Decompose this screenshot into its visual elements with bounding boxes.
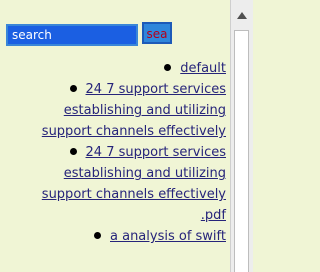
list-item: 24 7 support services <box>0 142 226 163</box>
link-default[interactable]: default <box>180 61 226 76</box>
link-support-services-line-3[interactable]: support channels effectively <box>42 124 226 139</box>
link-support-services-pdf-line-1[interactable]: 24 7 support services <box>86 145 226 160</box>
bullet-icon <box>69 148 77 155</box>
bullet-icon <box>94 232 101 239</box>
link-support-services-pdf-line-4[interactable]: .pdf <box>201 208 226 223</box>
link-support-services-line-2[interactable]: establishing and utilizing <box>64 103 226 118</box>
scroll-up-button[interactable] <box>231 8 253 26</box>
triangle-up-icon <box>237 12 247 19</box>
list-item-continued: establishing and utilizing <box>0 163 226 184</box>
page: sea default 24 7 support services establ… <box>0 0 253 272</box>
vertical-scrollbar[interactable] <box>230 0 253 272</box>
list-item-continued: .pdf <box>0 205 226 226</box>
list-item-continued: support channels effectively <box>0 121 226 142</box>
bullet-icon <box>69 85 77 92</box>
list-item-continued: establishing and utilizing <box>0 100 226 121</box>
main-content: sea default 24 7 support services establ… <box>0 0 230 272</box>
scrollbar-thumb[interactable] <box>234 30 249 272</box>
link-list: default 24 7 support services establishi… <box>0 58 226 247</box>
link-support-services-line-1[interactable]: 24 7 support services <box>86 82 226 97</box>
list-item: a analysis of swift <box>0 226 226 247</box>
list-item: 24 7 support services <box>0 79 226 100</box>
list-item: default <box>0 58 226 79</box>
list-item-continued: support channels effectively <box>0 184 226 205</box>
search-form: sea <box>6 22 230 48</box>
bullet-icon <box>164 64 172 71</box>
search-button[interactable]: sea <box>142 22 172 44</box>
link-support-services-pdf-line-2[interactable]: establishing and utilizing <box>64 166 226 181</box>
link-support-services-pdf-line-3[interactable]: support channels effectively <box>42 187 226 202</box>
search-input[interactable] <box>6 24 138 46</box>
link-analysis-of-swift[interactable]: a analysis of swift <box>110 229 226 244</box>
